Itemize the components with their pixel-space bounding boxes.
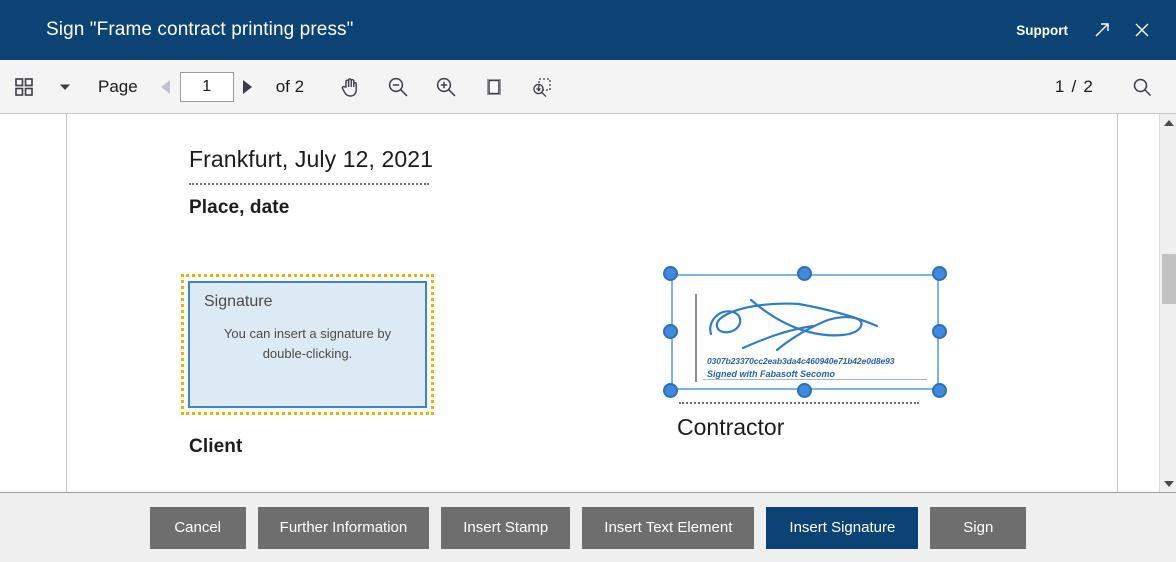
- resize-handle-top-right[interactable]: [932, 266, 947, 281]
- page-number-input[interactable]: [179, 71, 234, 102]
- single-page-view-icon[interactable]: [470, 61, 518, 113]
- scroll-up-icon[interactable]: [1160, 114, 1176, 131]
- document-page[interactable]: Frankfurt, July 12, 2021 Place, date Sig…: [67, 114, 1118, 492]
- client-signature-placeholder[interactable]: Signature You can insert a signature by …: [181, 274, 434, 415]
- signature-graphic: 0307b23370cc2eab3da4c460940e71b42e0d8e93…: [681, 282, 931, 386]
- hand-pan-icon[interactable]: [326, 61, 374, 113]
- resize-handle-middle-right[interactable]: [932, 324, 947, 339]
- title-bar: Sign "Frame contract printing press" Sup…: [0, 0, 1176, 60]
- document-viewport: Frankfurt, July 12, 2021 Place, date Sig…: [0, 114, 1176, 492]
- thumbnail-grid-icon[interactable]: [0, 61, 48, 113]
- contractor-rule: [679, 402, 919, 404]
- insert-stamp-button[interactable]: Insert Stamp: [441, 506, 571, 549]
- viewer-toolbar: Page of 2: [0, 60, 1176, 114]
- title-bar-actions: Support: [1002, 9, 1176, 51]
- resize-handle-bottom-center[interactable]: [797, 383, 812, 398]
- zoom-out-icon[interactable]: [374, 61, 422, 113]
- place-date-block: Frankfurt, July 12, 2021 Place, date: [189, 146, 433, 219]
- contractor-signature-object[interactable]: 0307b23370cc2eab3da4c460940e71b42e0d8e93…: [663, 266, 947, 398]
- search-icon[interactable]: [1118, 61, 1166, 113]
- external-link-icon[interactable]: [1082, 9, 1122, 51]
- toolbar-right-group: 1 / 2: [1055, 61, 1176, 113]
- page-label: Page: [98, 76, 138, 96]
- page-content: Frankfurt, July 12, 2021 Place, date Sig…: [67, 114, 1117, 492]
- page-margin-left: [0, 114, 67, 492]
- sign-document-dialog: Sign "Frame contract printing press" Sup…: [0, 0, 1176, 562]
- window-title: Sign "Frame contract printing press": [46, 19, 354, 40]
- place-date-rule: [189, 183, 429, 185]
- contractor-caption: Contractor: [677, 414, 785, 440]
- vertical-scrollbar[interactable]: [1159, 114, 1176, 492]
- signature-left-bar: [695, 294, 697, 382]
- further-information-button[interactable]: Further Information: [257, 506, 430, 549]
- resize-handle-top-left[interactable]: [663, 266, 678, 281]
- resize-handle-bottom-right[interactable]: [932, 383, 947, 398]
- signature-placeholder-hint: You can insert a signature by double-cli…: [223, 326, 392, 361]
- page-total-label: of 2: [275, 76, 305, 96]
- insert-signature-button[interactable]: Insert Signature: [766, 506, 919, 549]
- cancel-button[interactable]: Cancel: [149, 506, 246, 549]
- signature-baseline: [703, 379, 927, 380]
- next-page-icon[interactable]: [234, 61, 262, 113]
- support-link[interactable]: Support: [1002, 23, 1082, 38]
- zoom-in-icon[interactable]: [422, 61, 470, 113]
- previous-page-icon[interactable]: [152, 61, 180, 113]
- client-caption: Client: [189, 436, 243, 457]
- resize-handle-bottom-left[interactable]: [663, 383, 678, 398]
- signature-placeholder-title: Signature: [204, 293, 273, 310]
- close-icon[interactable]: [1122, 9, 1162, 51]
- resize-handle-top-center[interactable]: [797, 266, 812, 281]
- insert-text-element-button[interactable]: Insert Text Element: [582, 506, 755, 549]
- signature-hash: 0307b23370cc2eab3da4c460940e71b42e0d8e93: [707, 356, 895, 366]
- zoom-selection-icon[interactable]: [518, 61, 566, 113]
- client-signature-placeholder-inner: Signature You can insert a signature by …: [188, 281, 427, 408]
- page-position-indicator: 1 / 2: [1054, 76, 1094, 96]
- date-value: Frankfurt, July 12, 2021: [189, 146, 434, 172]
- sign-button[interactable]: Sign: [930, 506, 1027, 549]
- resize-handle-middle-left[interactable]: [663, 324, 678, 339]
- signed-with-label: Signed with Fabasoft Secomo: [707, 369, 836, 379]
- place-date-caption: Place, date: [189, 197, 290, 218]
- scroll-down-icon[interactable]: [1160, 475, 1176, 492]
- scroll-thumb[interactable]: [1162, 254, 1176, 304]
- dialog-action-bar: Cancel Further Information Insert Stamp …: [0, 492, 1176, 562]
- chevron-down-icon[interactable]: [48, 61, 82, 113]
